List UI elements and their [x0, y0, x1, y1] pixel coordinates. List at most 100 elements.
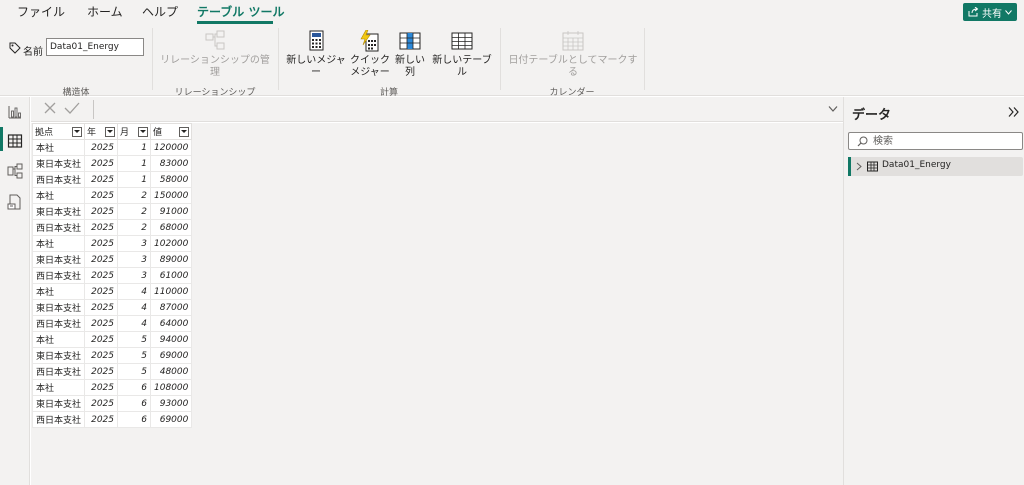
month-cell[interactable]: 2 — [117, 187, 152, 204]
site-cell[interactable]: 本社 — [31, 235, 86, 252]
chevron-right-icon[interactable] — [856, 162, 862, 171]
filter-dropdown-icon[interactable] — [72, 126, 83, 137]
value-cell[interactable]: 89000 — [150, 251, 193, 268]
year-cell[interactable]: 2025 — [84, 267, 119, 284]
year-cell[interactable]: 2025 — [84, 395, 119, 412]
month-cell[interactable]: 1 — [117, 155, 152, 172]
year-cell[interactable]: 2025 — [84, 155, 119, 172]
site-cell[interactable]: 東日本支社 — [31, 203, 86, 220]
share-button[interactable]: 共有 — [963, 3, 1017, 21]
month-cell[interactable]: 3 — [117, 251, 152, 268]
year-cell[interactable]: 2025 — [84, 283, 119, 300]
formula-input[interactable] — [95, 100, 840, 119]
mark-as-date-table-button[interactable]: 日付テーブルとしてマークする — [506, 30, 640, 79]
site-cell[interactable]: 本社 — [31, 187, 86, 204]
column-header-value[interactable]: 値 — [150, 123, 193, 140]
chevron-down-icon[interactable] — [828, 105, 838, 113]
value-cell[interactable]: 94000 — [150, 331, 193, 348]
site-cell[interactable]: 西日本支社 — [31, 411, 86, 428]
site-cell[interactable]: 東日本支社 — [31, 395, 86, 412]
field-list-table-item[interactable]: Data01_Energy — [848, 157, 1023, 176]
site-cell[interactable]: 西日本支社 — [31, 267, 86, 284]
column-header-month[interactable]: 月 — [117, 123, 152, 140]
year-cell[interactable]: 2025 — [84, 347, 119, 364]
value-cell[interactable]: 58000 — [150, 171, 193, 188]
report-view-icon[interactable] — [7, 104, 23, 120]
month-cell[interactable]: 4 — [117, 299, 152, 316]
year-cell[interactable]: 2025 — [84, 187, 119, 204]
value-cell[interactable]: 108000 — [150, 379, 193, 396]
year-cell[interactable]: 2025 — [84, 219, 119, 236]
site-cell[interactable]: 西日本支社 — [31, 171, 86, 188]
value-cell[interactable]: 68000 — [150, 219, 193, 236]
year-cell[interactable]: 2025 — [84, 203, 119, 220]
column-header-site[interactable]: 拠点 — [31, 123, 86, 140]
new-measure-button[interactable]: 新しいメジャー — [283, 30, 349, 79]
value-cell[interactable]: 69000 — [150, 347, 193, 364]
dax-query-icon[interactable] — [7, 194, 23, 210]
value-cell[interactable]: 120000 — [150, 139, 193, 156]
value-cell[interactable]: 91000 — [150, 203, 193, 220]
site-cell[interactable]: 東日本支社 — [31, 347, 86, 364]
column-header-year[interactable]: 年 — [84, 123, 119, 140]
month-cell[interactable]: 4 — [117, 283, 152, 300]
site-cell[interactable]: 西日本支社 — [31, 315, 86, 332]
month-cell[interactable]: 2 — [117, 219, 152, 236]
site-cell[interactable]: 東日本支社 — [31, 251, 86, 268]
tab-table-tools[interactable]: テーブル ツール — [197, 4, 284, 22]
month-cell[interactable]: 3 — [117, 267, 152, 284]
month-cell[interactable]: 5 — [117, 347, 152, 364]
site-cell[interactable]: 本社 — [31, 331, 86, 348]
month-cell[interactable]: 5 — [117, 363, 152, 380]
tab-home[interactable]: ホーム — [87, 4, 123, 22]
value-cell[interactable]: 61000 — [150, 267, 193, 284]
new-table-button[interactable]: 新しいテーブル — [430, 30, 494, 79]
value-cell[interactable]: 64000 — [150, 315, 193, 332]
year-cell[interactable]: 2025 — [84, 251, 119, 268]
table-name-input[interactable] — [46, 38, 144, 56]
site-cell[interactable]: 本社 — [31, 283, 86, 300]
site-cell[interactable]: 東日本支社 — [31, 155, 86, 172]
site-cell[interactable]: 西日本支社 — [31, 363, 86, 380]
commit-icon[interactable] — [64, 101, 80, 115]
filter-dropdown-icon[interactable] — [105, 126, 116, 137]
data-search-box[interactable] — [848, 132, 1023, 150]
month-cell[interactable]: 2 — [117, 203, 152, 220]
value-cell[interactable]: 69000 — [150, 411, 193, 428]
cancel-icon[interactable] — [43, 101, 57, 115]
filter-dropdown-icon[interactable] — [138, 126, 149, 137]
site-cell[interactable]: 西日本支社 — [31, 219, 86, 236]
month-cell[interactable]: 6 — [117, 411, 152, 428]
value-cell[interactable]: 150000 — [150, 187, 193, 204]
year-cell[interactable]: 2025 — [84, 363, 119, 380]
month-cell[interactable]: 4 — [117, 315, 152, 332]
filter-dropdown-icon[interactable] — [179, 126, 190, 137]
value-cell[interactable]: 87000 — [150, 299, 193, 316]
month-cell[interactable]: 1 — [117, 139, 152, 156]
year-cell[interactable]: 2025 — [84, 171, 119, 188]
year-cell[interactable]: 2025 — [84, 411, 119, 428]
new-column-button[interactable]: 新しい列 — [391, 30, 429, 79]
month-cell[interactable]: 6 — [117, 395, 152, 412]
model-view-icon[interactable] — [7, 163, 23, 179]
value-cell[interactable]: 102000 — [150, 235, 193, 252]
year-cell[interactable]: 2025 — [84, 299, 119, 316]
year-cell[interactable]: 2025 — [84, 331, 119, 348]
year-cell[interactable]: 2025 — [84, 139, 119, 156]
value-cell[interactable]: 48000 — [150, 363, 193, 380]
year-cell[interactable]: 2025 — [84, 315, 119, 332]
month-cell[interactable]: 1 — [117, 171, 152, 188]
value-cell[interactable]: 83000 — [150, 155, 193, 172]
tab-help[interactable]: ヘルプ — [142, 4, 178, 22]
month-cell[interactable]: 6 — [117, 379, 152, 396]
value-cell[interactable]: 110000 — [150, 283, 193, 300]
year-cell[interactable]: 2025 — [84, 235, 119, 252]
table-view-icon[interactable] — [7, 133, 23, 149]
value-cell[interactable]: 93000 — [150, 395, 193, 412]
tab-file[interactable]: ファイル — [17, 4, 65, 22]
quick-measure-button[interactable]: クイック メジャー — [350, 30, 390, 79]
site-cell[interactable]: 本社 — [31, 139, 86, 156]
manage-relationships-button[interactable]: リレーションシップの管理 — [158, 30, 272, 79]
month-cell[interactable]: 3 — [117, 235, 152, 252]
site-cell[interactable]: 本社 — [31, 379, 86, 396]
